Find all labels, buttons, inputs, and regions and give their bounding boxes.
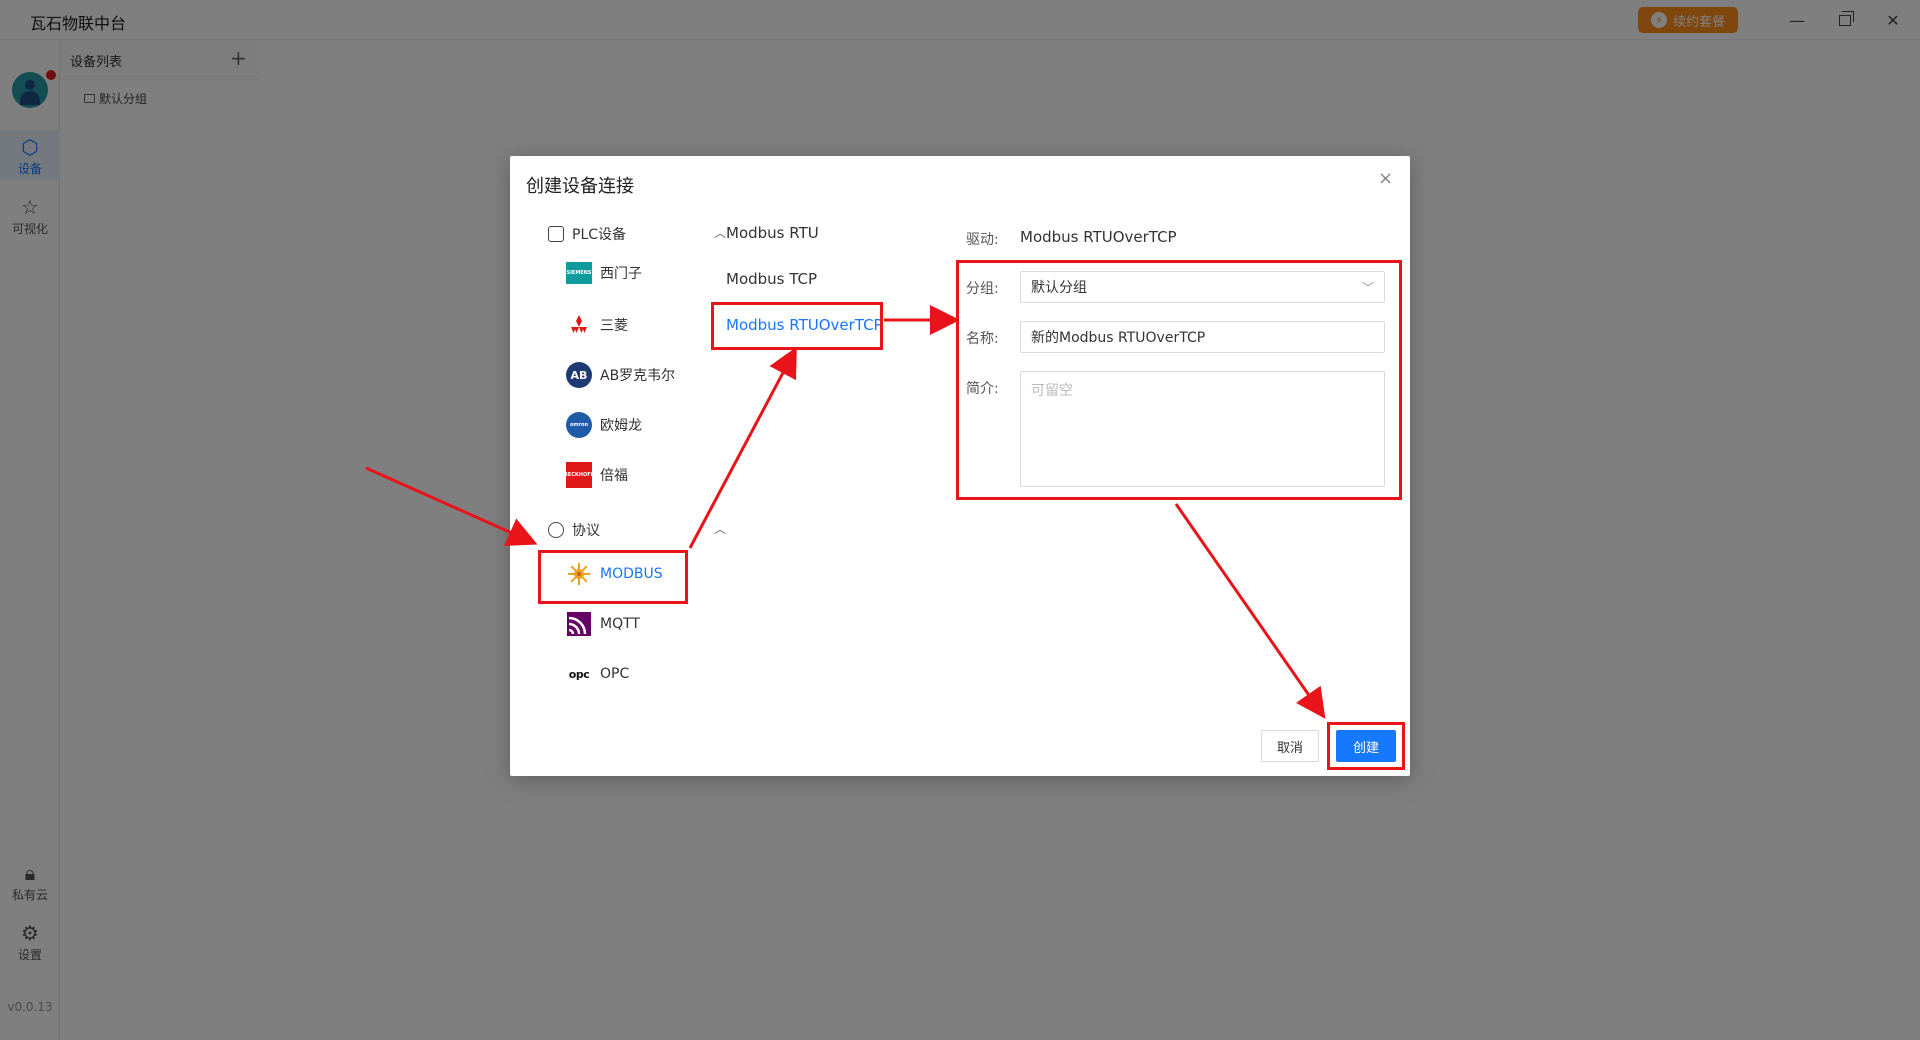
- category-plc-label: PLC设备: [572, 227, 627, 243]
- plc-item-siemens[interactable]: SIEMENS 西门子: [566, 262, 642, 284]
- name-input[interactable]: 新的Modbus RTUOverTCP: [1020, 321, 1385, 353]
- plc-item-mitsubishi[interactable]: 三菱: [566, 312, 628, 338]
- cpu-icon: [548, 226, 564, 242]
- protocol-modbus-rtuovertcp[interactable]: Modbus RTUOverTCP: [726, 316, 883, 334]
- desc-label: 简介:: [966, 381, 999, 397]
- category-protocol[interactable]: 协议 ︿: [548, 520, 726, 540]
- mitsubishi-logo-icon: [566, 312, 592, 338]
- protocol-item-label: OPC: [600, 666, 630, 682]
- protocol-item-label: MODBUS: [600, 566, 663, 582]
- beckhoff-logo-icon: BECKHOFF: [564, 462, 594, 488]
- plc-item-ab[interactable]: AB AB罗克韦尔: [566, 362, 675, 388]
- ab-logo-icon: AB: [566, 362, 592, 388]
- siemens-logo-icon: SIEMENS: [566, 262, 592, 284]
- chevron-up-icon: ︿: [714, 522, 727, 536]
- driver-label: 驱动:: [966, 232, 999, 248]
- desc-textarea[interactable]: 可留空: [1020, 371, 1385, 487]
- group-label: 分组:: [966, 281, 999, 297]
- plc-item-beckhoff[interactable]: BECKHOFF 倍福: [564, 462, 628, 488]
- chevron-down-icon: ﹀: [1361, 280, 1374, 295]
- opc-logo-icon: opc: [566, 661, 592, 687]
- modbus-logo-icon: [566, 561, 592, 587]
- protocol-modbus-tcp[interactable]: Modbus TCP: [726, 270, 817, 288]
- plc-item-label: 欧姆龙: [600, 418, 642, 434]
- plc-item-label: 倍福: [600, 468, 628, 484]
- group-select-value: 默认分组: [1031, 280, 1087, 296]
- protocol-modbus-rtu[interactable]: Modbus RTU: [726, 224, 819, 242]
- protocol-item-label: MQTT: [600, 616, 640, 632]
- chevron-up-icon: ︿: [714, 226, 727, 240]
- name-label: 名称:: [966, 331, 999, 347]
- category-plc[interactable]: PLC设备 ︿: [548, 224, 726, 244]
- omron-logo-icon: omron: [566, 412, 592, 438]
- create-button[interactable]: 创建: [1336, 730, 1396, 762]
- mqtt-logo-icon: [566, 611, 592, 637]
- cancel-button[interactable]: 取消: [1261, 730, 1319, 762]
- link-icon: [548, 522, 564, 538]
- plc-item-label: AB罗克韦尔: [600, 368, 676, 384]
- protocol-item-mqtt[interactable]: MQTT: [566, 611, 640, 637]
- protocol-item-opc[interactable]: opc OPC: [566, 661, 629, 687]
- create-connection-dialog: 创建设备连接 × PLC设备 ︿ SIEMENS 西门子 三菱 AB AB罗克韦…: [510, 156, 1410, 776]
- driver-value: Modbus RTUOverTCP: [1020, 228, 1177, 246]
- group-select[interactable]: 默认分组 ﹀: [1020, 271, 1385, 303]
- protocol-item-modbus[interactable]: MODBUS: [566, 561, 663, 587]
- plc-item-label: 三菱: [600, 318, 628, 334]
- plc-item-label: 西门子: [600, 266, 642, 282]
- plc-item-omron[interactable]: omron 欧姆龙: [566, 412, 642, 438]
- dialog-title: 创建设备连接: [526, 176, 634, 197]
- close-icon[interactable]: ×: [1378, 168, 1393, 189]
- category-protocol-label: 协议: [572, 523, 600, 539]
